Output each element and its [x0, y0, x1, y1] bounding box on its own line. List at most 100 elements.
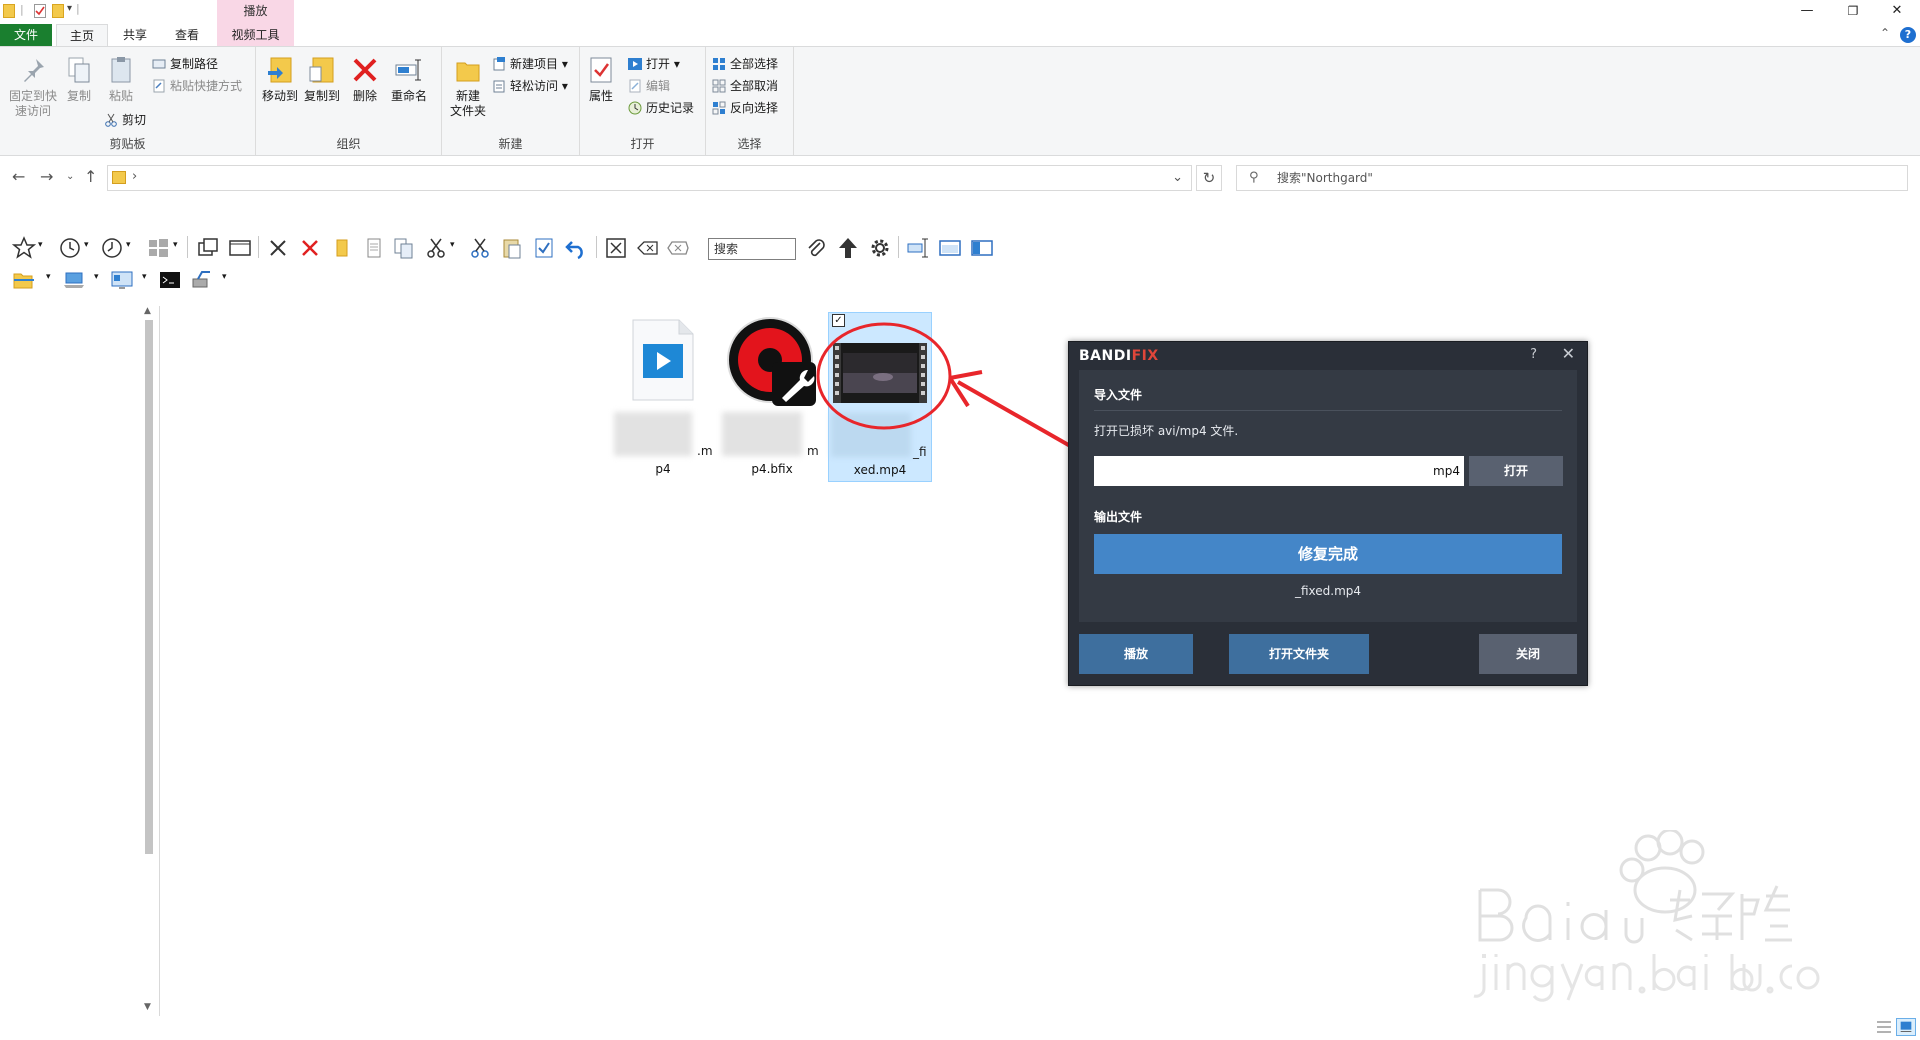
duplicate-window-icon[interactable]	[196, 236, 220, 260]
repair-complete-button[interactable]: 修复完成	[1094, 534, 1562, 574]
history-clock-icon[interactable]	[100, 236, 124, 260]
arrow-up-icon[interactable]	[836, 236, 860, 260]
recent-dropdown-icon[interactable]: ⌄	[66, 171, 74, 182]
easy-access-button[interactable]: 轻松访问 ▾	[492, 77, 568, 95]
select-none-button[interactable]: 全部取消	[712, 77, 778, 95]
gear-icon[interactable]	[868, 236, 892, 260]
history-button[interactable]: 历史记录	[628, 99, 694, 117]
pane-split-icon[interactable]	[906, 236, 930, 260]
delete-red-x-icon[interactable]	[298, 236, 322, 260]
refresh-button[interactable]: ↻	[1196, 165, 1222, 191]
new-item-button[interactable]: 新建项目 ▾	[492, 55, 568, 73]
new-folder-button[interactable]: 新建 文件夹	[446, 55, 490, 119]
monitor-icon[interactable]	[110, 268, 134, 292]
rename-button[interactable]: 重命名	[386, 55, 432, 104]
close-window-button[interactable]: ✕	[1874, 0, 1920, 22]
terminal-icon[interactable]	[158, 268, 182, 292]
tab-share[interactable]: 共享	[112, 24, 158, 46]
copy-button[interactable]: 复制	[62, 55, 96, 104]
back-arrow-icon[interactable]: ←	[12, 167, 25, 186]
clear-tag-icon[interactable]	[666, 236, 690, 260]
dropdown-icon[interactable]: ▾	[142, 272, 147, 282]
scissors-icon[interactable]	[424, 236, 448, 260]
scroll-thumb[interactable]	[145, 320, 153, 854]
copy-path-button[interactable]: 复制路径	[152, 55, 218, 73]
help-icon[interactable]: ?	[1900, 27, 1916, 43]
star-icon[interactable]	[12, 236, 36, 260]
copy-to-button[interactable]: 复制到	[302, 55, 342, 104]
navigation-pane[interactable]	[0, 306, 160, 1016]
address-dropdown-icon[interactable]: ⌄	[1172, 170, 1183, 185]
tab-file[interactable]: 文件	[0, 24, 52, 46]
minimize-button[interactable]: —	[1784, 0, 1830, 22]
search-input[interactable]: ⚲ 搜索"Northgard"	[1236, 165, 1908, 191]
open-folder-button[interactable]: 打开文件夹	[1229, 634, 1369, 674]
details-view-icon[interactable]	[1874, 1018, 1894, 1036]
clock-icon[interactable]	[58, 236, 82, 260]
file-item[interactable]: .m p4	[611, 312, 715, 482]
dropdown-icon[interactable]: ▾	[38, 240, 43, 250]
undo-icon[interactable]	[564, 236, 588, 260]
delete-button[interactable]: 删除	[348, 55, 382, 104]
cut-button[interactable]: 剪切	[104, 111, 146, 129]
large-icons-view-icon[interactable]	[1896, 1018, 1916, 1036]
new-folder-icon[interactable]	[52, 4, 64, 18]
paste-icon[interactable]	[500, 236, 524, 260]
preview-pane-icon[interactable]	[938, 236, 962, 260]
this-pc-icon[interactable]	[62, 268, 86, 292]
folder-open-icon[interactable]	[12, 268, 36, 292]
pin-quick-access-button[interactable]: 固定到快 速访问	[4, 55, 62, 119]
copy-documents-icon[interactable]	[392, 236, 416, 260]
bandifix-file-icon	[727, 317, 816, 406]
paste-button[interactable]: 粘贴	[104, 55, 138, 104]
close-x-icon[interactable]	[266, 236, 290, 260]
address-bar[interactable]: › ⌄	[107, 165, 1192, 191]
breadcrumb-chevron[interactable]: ›	[132, 169, 137, 184]
paperclip-icon[interactable]	[804, 236, 828, 260]
properties-button[interactable]: 属性	[584, 55, 618, 104]
dropdown-icon[interactable]: ▾	[126, 240, 131, 250]
quick-access-dropdown-icon[interactable]: ▾	[67, 3, 72, 14]
separator: |	[20, 3, 24, 16]
tab-home[interactable]: 主页	[56, 24, 108, 46]
dropdown-icon[interactable]: ▾	[84, 240, 89, 250]
ribbon-collapse-icon[interactable]: ⌃	[1880, 26, 1890, 40]
dropdown-icon[interactable]: ▾	[46, 272, 51, 282]
dropdown-icon[interactable]: ▾	[222, 272, 227, 282]
tab-view[interactable]: 查看	[164, 24, 210, 46]
input-file-field[interactable]: mp4	[1094, 456, 1464, 486]
forward-arrow-icon[interactable]: →	[40, 167, 53, 186]
document-icon[interactable]	[362, 236, 386, 260]
tab-video-tools[interactable]: 视频工具	[217, 24, 294, 46]
scroll-down-icon[interactable]: ▼	[144, 1002, 151, 1012]
folder-small-icon[interactable]	[330, 236, 354, 260]
dialog-help-button[interactable]: ?	[1530, 347, 1537, 362]
dropdown-icon[interactable]: ▾	[450, 240, 455, 250]
cut-icon[interactable]	[468, 236, 492, 260]
network-drive-icon[interactable]	[190, 268, 214, 292]
move-to-button[interactable]: 移动到	[260, 55, 300, 104]
invert-selection-button[interactable]: 反向选择	[712, 99, 778, 117]
dropdown-icon[interactable]: ▾	[94, 272, 99, 282]
window-icon[interactable]	[228, 236, 252, 260]
paste-shortcut-button[interactable]: 粘贴快捷方式	[152, 77, 242, 95]
close-dialog-button[interactable]: 关闭	[1479, 634, 1577, 674]
up-arrow-icon[interactable]: ↑	[84, 167, 97, 186]
windows-logo-icon[interactable]	[146, 236, 170, 260]
edit-button[interactable]: 编辑	[628, 77, 670, 95]
open-button[interactable]: 打开 ▾	[628, 55, 680, 73]
open-file-button[interactable]: 打开	[1469, 456, 1563, 486]
close-box-icon[interactable]	[604, 236, 628, 260]
play-button[interactable]: 播放	[1079, 634, 1193, 674]
file-item[interactable]: m p4.bfix	[720, 312, 824, 482]
checklist-icon[interactable]	[532, 236, 556, 260]
dialog-close-icon[interactable]: ✕	[1562, 344, 1575, 363]
select-all-button[interactable]: 全部选择	[712, 55, 778, 73]
toolbar-search-input[interactable]: 搜索	[708, 238, 796, 260]
restore-button[interactable]: ❐	[1830, 0, 1876, 22]
backspace-icon[interactable]	[636, 236, 660, 260]
dropdown-icon[interactable]: ▾	[173, 240, 178, 250]
properties-icon[interactable]	[34, 4, 46, 18]
scroll-up-icon[interactable]: ▲	[144, 306, 151, 316]
details-pane-icon[interactable]	[970, 236, 994, 260]
